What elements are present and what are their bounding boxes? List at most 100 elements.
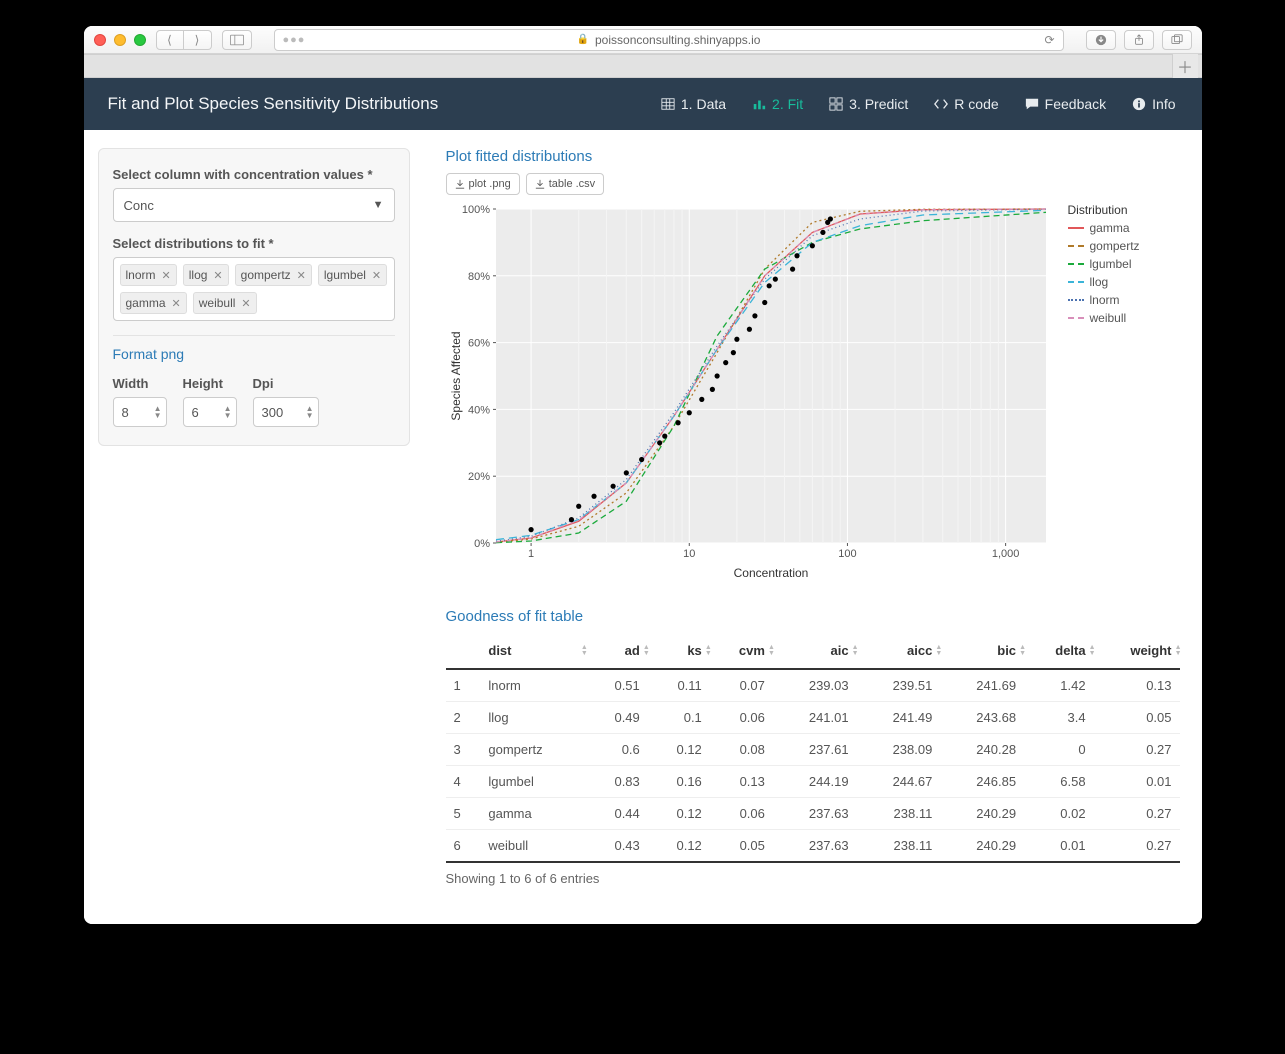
reload-button[interactable]: ⟳: [1044, 33, 1054, 47]
distribution-tag[interactable]: gompertz✕: [235, 264, 312, 286]
back-button[interactable]: ⟨: [156, 30, 184, 50]
tag-label: gamma: [126, 296, 166, 310]
column-header[interactable]: weight▲▼: [1094, 633, 1180, 669]
tag-label: llog: [189, 268, 208, 282]
sidebar-toggle-button[interactable]: [222, 30, 252, 50]
tag-label: lnorm: [126, 268, 156, 282]
gof-table: dist▲▼ad▲▼ks▲▼cvm▲▼aic▲▼aicc▲▼bic▲▼delta…: [446, 633, 1180, 863]
share-button[interactable]: [1124, 30, 1154, 50]
column-select[interactable]: Conc ▼: [113, 188, 395, 222]
column-header[interactable]: cvm▲▼: [710, 633, 773, 669]
legend-title: Distribution: [1068, 203, 1140, 217]
svg-text:Species Affected: Species Affected: [449, 331, 463, 420]
svg-text:1,000: 1,000: [991, 548, 1019, 560]
table-cell: 2: [446, 702, 481, 734]
remove-icon[interactable]: ✕: [241, 297, 250, 310]
forward-button[interactable]: ⟩: [184, 30, 212, 50]
table-cell: lgumbel: [480, 766, 585, 798]
nav-feedback-label: Feedback: [1045, 96, 1106, 112]
height-input[interactable]: 6 ▲▼: [183, 397, 237, 427]
share-icon: [1133, 34, 1145, 46]
column-header[interactable]: aicc▲▼: [857, 633, 941, 669]
column-header[interactable]: bic▲▼: [940, 633, 1024, 669]
nav-data[interactable]: 1. Data: [659, 78, 728, 130]
table-cell: 0.6: [586, 734, 648, 766]
nav-data-label: 1. Data: [681, 96, 726, 112]
remove-icon[interactable]: ✕: [213, 269, 222, 282]
column-header[interactable]: ks▲▼: [648, 633, 710, 669]
bar-chart-icon: [752, 97, 766, 111]
nav-feedback[interactable]: Feedback: [1023, 78, 1108, 130]
dpi-label: Dpi: [253, 376, 307, 391]
tabs-button[interactable]: [1162, 30, 1192, 50]
table-cell: 241.69: [940, 669, 1024, 702]
nav-rcode-label: R code: [954, 96, 998, 112]
table-cell: 3.4: [1024, 702, 1094, 734]
nav-fit-label: 2. Fit: [772, 96, 803, 112]
download-table-button[interactable]: table .csv: [526, 173, 604, 195]
new-tab-button[interactable]: ＋: [1172, 54, 1198, 78]
table-cell: 240.29: [940, 798, 1024, 830]
table-cell: 0.12: [648, 830, 710, 863]
info-icon: [1132, 97, 1146, 111]
table-cell: 0.43: [586, 830, 648, 863]
legend-swatch: [1068, 317, 1084, 319]
download-plot-label: plot .png: [469, 178, 511, 190]
table-cell: 246.85: [940, 766, 1024, 798]
zoom-window-button[interactable]: [134, 34, 146, 46]
column-header[interactable]: dist▲▼: [480, 633, 585, 669]
remove-icon[interactable]: ✕: [162, 269, 171, 282]
nav-fit[interactable]: 2. Fit: [750, 78, 805, 130]
nav-predict[interactable]: 3. Predict: [827, 78, 910, 130]
download-plot-button[interactable]: plot .png: [446, 173, 520, 195]
legend-item: weibull: [1068, 311, 1140, 325]
table-cell: 0.1: [648, 702, 710, 734]
stepper-icon: ▲▼: [154, 405, 162, 419]
close-window-button[interactable]: [94, 34, 106, 46]
url-bar[interactable]: ●●● 🔒 poissonconsulting.shinyapps.io ⟳: [274, 29, 1064, 51]
table-cell: 0.05: [710, 830, 773, 863]
table-cell: 0.13: [710, 766, 773, 798]
distribution-tag[interactable]: llog ✕: [183, 264, 229, 286]
nav-info[interactable]: Info: [1130, 78, 1177, 130]
dpi-input[interactable]: 300 ▲▼: [253, 397, 319, 427]
column-header[interactable]: ad▲▼: [586, 633, 648, 669]
reader-button[interactable]: ●●●: [283, 34, 306, 46]
table-cell: 0.01: [1024, 830, 1094, 863]
nav-info-label: Info: [1152, 96, 1175, 112]
table-cell: 243.68: [940, 702, 1024, 734]
table-cell: 0.11: [648, 669, 710, 702]
nav-rcode[interactable]: R code: [932, 78, 1000, 130]
table-cell: 0.16: [648, 766, 710, 798]
sidebar-well: Select column with concentration values …: [98, 148, 410, 446]
legend-swatch: [1068, 227, 1084, 229]
tabs-icon: [1171, 34, 1183, 46]
minimize-window-button[interactable]: [114, 34, 126, 46]
table-cell: 0.02: [1024, 798, 1094, 830]
download-table-label: table .csv: [549, 178, 595, 190]
downloads-button[interactable]: [1086, 30, 1116, 50]
column-header[interactable]: [446, 633, 481, 669]
dpi-value: 300: [262, 405, 284, 420]
table-cell: 239.03: [773, 669, 857, 702]
remove-icon[interactable]: ✕: [172, 297, 181, 310]
caret-down-icon: ▼: [373, 199, 384, 211]
svg-text:100%: 100%: [461, 204, 489, 216]
column-header[interactable]: aic▲▼: [773, 633, 857, 669]
legend-label: llog: [1090, 275, 1109, 289]
distribution-tag[interactable]: gamma ✕: [120, 292, 187, 314]
distributions-input[interactable]: lnorm✕llog✕gompertz✕lgumbel✕gamma✕weibul…: [113, 257, 395, 321]
table-cell: 1.42: [1024, 669, 1094, 702]
width-input[interactable]: 8 ▲▼: [113, 397, 167, 427]
legend-label: gompertz: [1090, 239, 1140, 253]
svg-text:20%: 20%: [467, 471, 489, 483]
distribution-tag[interactable]: weibull ✕: [193, 292, 257, 314]
remove-icon[interactable]: ✕: [372, 269, 381, 282]
table-cell: 237.63: [773, 830, 857, 863]
tag-label: weibull: [199, 296, 236, 310]
distribution-tag[interactable]: lnorm ✕: [120, 264, 177, 286]
column-header[interactable]: delta▲▼: [1024, 633, 1094, 669]
distribution-tag[interactable]: lgumbel✕: [318, 264, 387, 286]
remove-icon[interactable]: ✕: [297, 269, 306, 282]
table-cell: 0.27: [1094, 734, 1180, 766]
